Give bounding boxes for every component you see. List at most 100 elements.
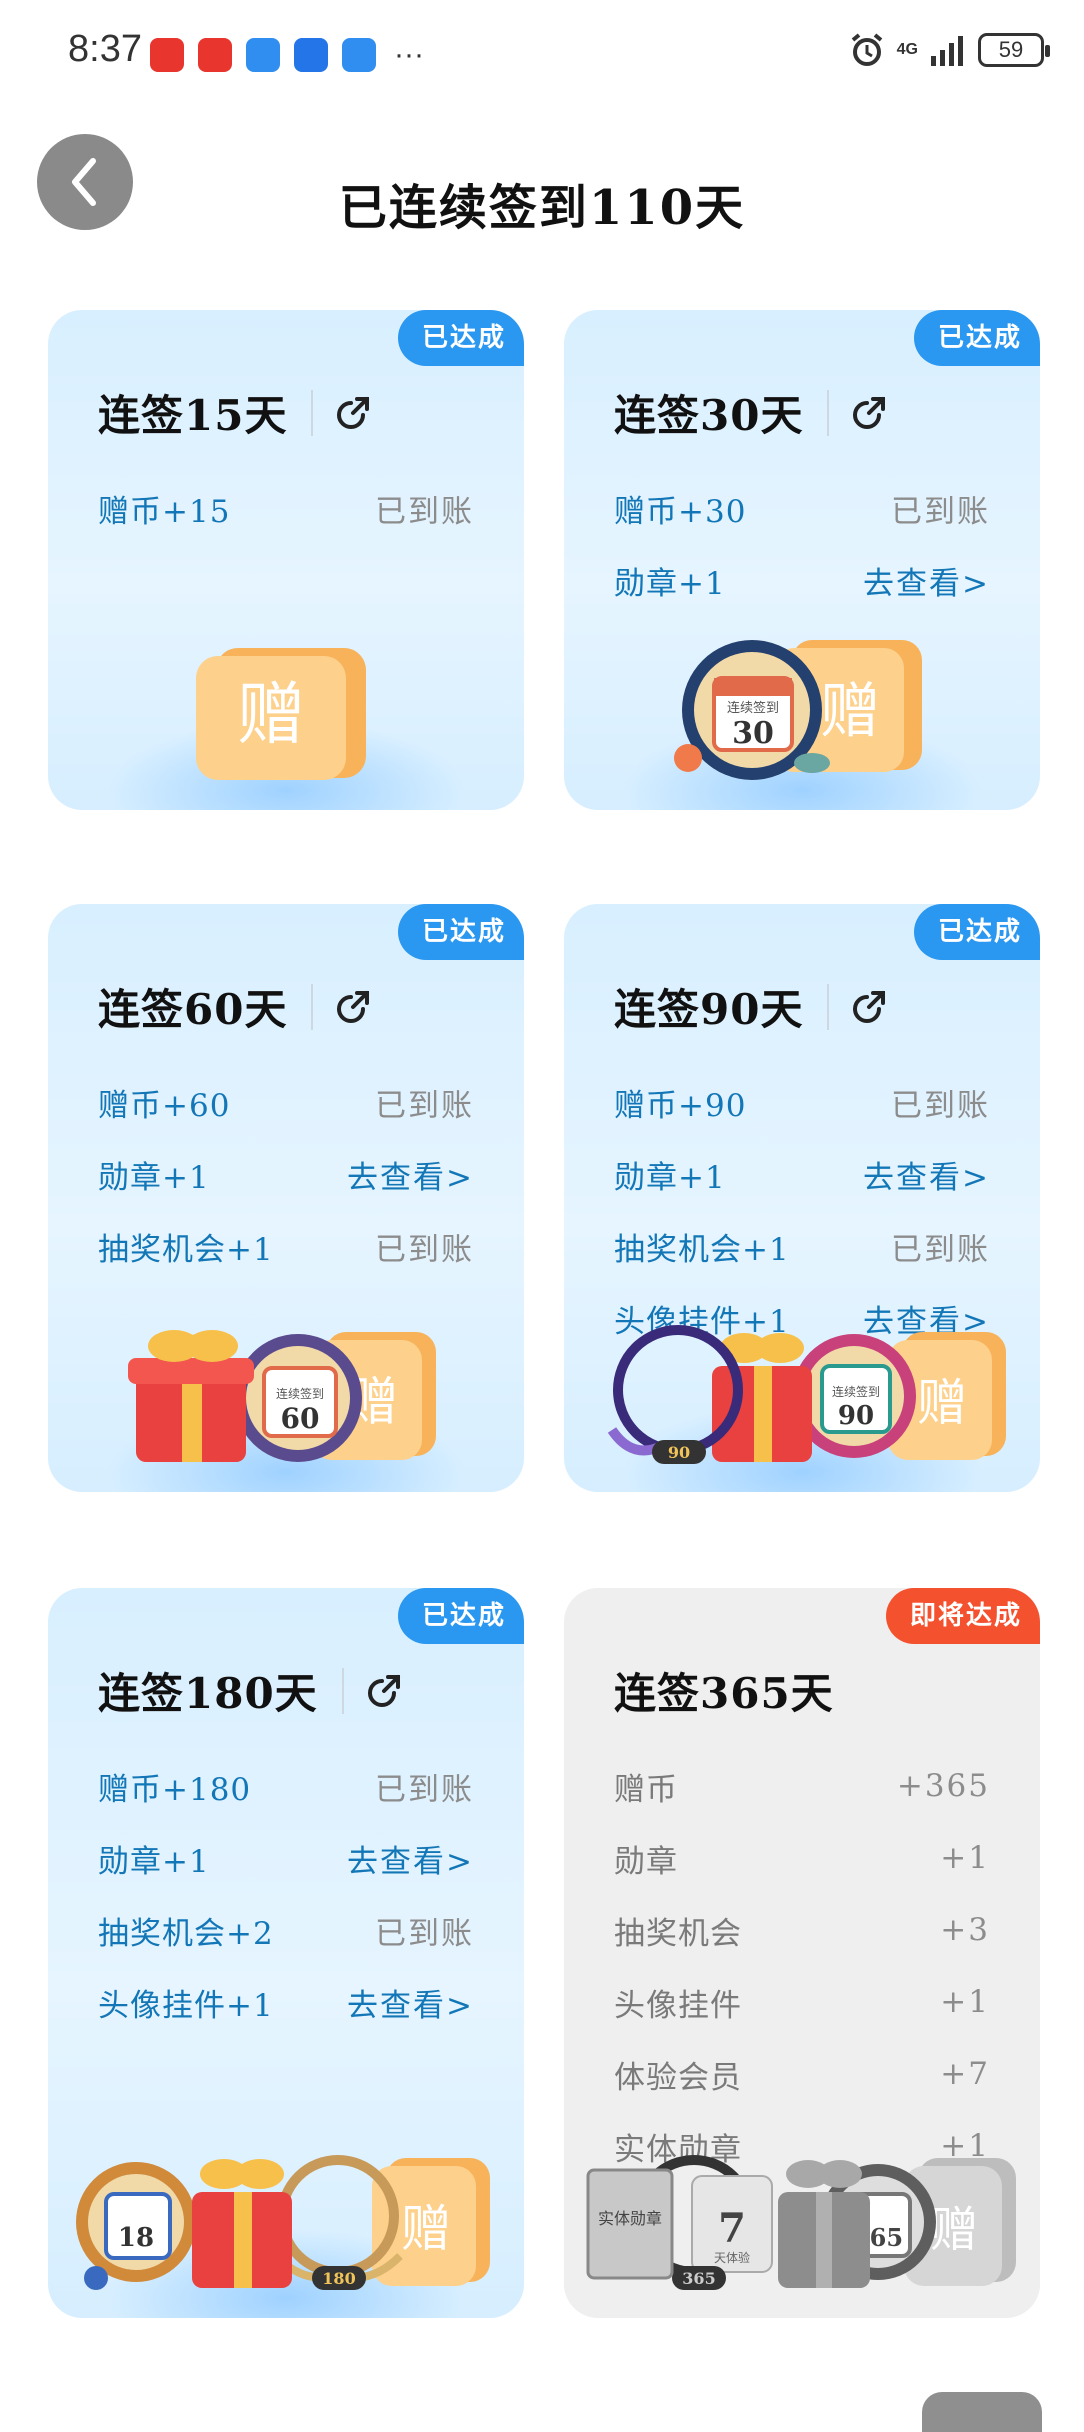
medal-coupon-icon: 赠 连续签到 30: [674, 640, 922, 780]
reward-row[interactable]: 勋章+1 去查看>: [614, 1138, 990, 1210]
view-link[interactable]: 去查看>: [347, 1152, 474, 1197]
card-title: 连签15天: [98, 391, 288, 440]
reward-row: 体验会员 +7: [614, 2038, 990, 2110]
share-icon[interactable]: [364, 1671, 404, 1711]
reward-row[interactable]: 勋章+1 去查看>: [98, 1138, 474, 1210]
reward-illustration: 赠 连续签到 90 90: [592, 1320, 1012, 1470]
coupon-text: 赠: [237, 676, 305, 755]
medal-number: 30: [732, 716, 774, 751]
gift-medal-coupon-icon: 赠 连续签到 60: [128, 1330, 436, 1462]
reward-name: 头像挂件+1: [98, 1987, 274, 2024]
status-bar: 8:37 ··· 4G 59: [0, 0, 1084, 110]
status-time: 8:37: [68, 28, 142, 70]
reward-name: 勋章+1: [98, 1159, 210, 1196]
reward-status: 已到账: [375, 1231, 474, 1268]
status-badge: 即将达成: [885, 1588, 1040, 1644]
cloud-app-icon: [246, 38, 280, 72]
reward-row: 赠币+90 已到账: [614, 1066, 990, 1138]
status-badge: 已达成: [397, 904, 524, 960]
reward-name: 勋章+1: [98, 1843, 210, 1880]
share-icon[interactable]: [849, 393, 889, 433]
reward-row[interactable]: 勋章+1 去查看>: [614, 544, 990, 616]
reward-row: 赠币+30 已到账: [614, 472, 990, 544]
card-title: 连签365天: [614, 1669, 834, 1718]
streak-card-180: 已达成 连签180天 赠币+180 已到账 勋章+1 去查看> 抽奖机会+2 已…: [48, 1588, 524, 2318]
streak-card-90: 已达成 连签90天 赠币+90 已到账 勋章+1 去查看> 抽奖机会+1 已到账…: [564, 904, 1040, 1492]
cloud-app-icon: [342, 38, 376, 72]
trial-number: 7: [718, 2205, 746, 2252]
reward-name: 头像挂件: [614, 1987, 742, 2024]
battery-icon: 59: [978, 33, 1050, 67]
frame-label: 90: [668, 1443, 690, 1462]
reward-illustration: 赠 365 7 天体验 365 实体勋章: [582, 2146, 1022, 2296]
reward-status: 已到账: [375, 1915, 474, 1952]
reward-status: 已到账: [375, 1771, 474, 1808]
reward-name: 勋章: [614, 1843, 678, 1880]
coupon-text: 赠: [930, 2202, 978, 2258]
medal-caption: 连续签到: [276, 1386, 324, 1401]
card-title: 连签180天: [98, 1669, 318, 1718]
trial-caption: 天体验: [714, 2250, 750, 2265]
view-link[interactable]: 去查看>: [347, 1980, 474, 2025]
reward-row[interactable]: 头像挂件+1 去查看>: [98, 1966, 474, 2038]
streak-card-60: 已达成 连签60天 赠币+60 已到账 勋章+1 去查看> 抽奖机会+1 已到账…: [48, 904, 524, 1492]
network-type: 4G: [896, 41, 918, 58]
frame-gift-medal-coupon-icon: 赠 连续签到 90 90: [607, 1325, 1006, 1464]
reward-illustration: 赠 180 18: [76, 2146, 496, 2296]
alarm-icon: [851, 33, 882, 66]
reward-row: 抽奖机会+1 已到账: [98, 1210, 474, 1282]
huawei-app-icon: [198, 38, 232, 72]
notification-icons: ···: [150, 38, 424, 72]
status-badge: 已达成: [397, 310, 524, 366]
medal-number: 18: [118, 2223, 154, 2253]
divider: [311, 983, 314, 1030]
reward-name: 赠币+60: [98, 1087, 231, 1124]
streak-card-365: 即将达成 连签365天 赠币 +365 勋章 +1 抽奖机会 +3 头像挂件 +…: [564, 1588, 1040, 2318]
view-link[interactable]: 去查看>: [863, 1152, 990, 1197]
share-icon[interactable]: [333, 987, 373, 1027]
frame-label: 365: [682, 2269, 715, 2288]
reward-row: 赠币+60 已到账: [98, 1066, 474, 1138]
status-badge: 已达成: [397, 1588, 524, 1644]
status-badge: 已达成: [913, 904, 1040, 960]
streak-card-15: 已达成 连签15天 赠币+15 已到账 赠: [48, 310, 524, 810]
reward-illustration: 赠 连续签到 60: [126, 1320, 446, 1470]
reward-amount: +365: [896, 1768, 990, 1804]
reward-status: 已到账: [375, 493, 474, 530]
reward-row: 抽奖机会 +3: [614, 1894, 990, 1966]
view-link[interactable]: 去查看>: [863, 558, 990, 603]
medal-gift-frame-coupon-icon: 赠 180 18: [76, 2155, 490, 2290]
reward-name: 抽奖机会+1: [98, 1231, 274, 1268]
book-label: 实体勋章: [598, 2209, 662, 2228]
page-title: 已连续签到110天: [338, 180, 746, 236]
reward-name: 体验会员: [614, 2059, 742, 2096]
status-badge: 已达成: [913, 310, 1040, 366]
view-link[interactable]: 去查看>: [347, 1836, 474, 1881]
reward-row: 抽奖机会+2 已到账: [98, 1894, 474, 1966]
divider: [341, 1667, 344, 1714]
share-icon[interactable]: [849, 987, 889, 1027]
coupon-icon: 赠: [196, 648, 366, 780]
card-title: 连签30天: [614, 391, 804, 440]
reward-amount: +3: [940, 1912, 990, 1948]
streak-card-30: 已达成 连签30天 赠币+30 已到账 勋章+1 去查看> 赠 连续签到 30: [564, 310, 1040, 810]
divider: [311, 389, 314, 436]
divider: [827, 389, 830, 436]
weather-app-icon: [294, 38, 328, 72]
reward-row[interactable]: 勋章+1 去查看>: [98, 1822, 474, 1894]
reward-name: 勋章+1: [614, 565, 726, 602]
card-title: 连签60天: [98, 985, 288, 1034]
reward-illustration: 赠 连续签到 30: [662, 628, 942, 788]
reward-row: 头像挂件 +1: [614, 1966, 990, 2038]
reward-name: 赠币+15: [98, 493, 231, 530]
share-icon[interactable]: [333, 393, 373, 433]
reward-name: 抽奖机会+1: [614, 1231, 790, 1268]
reward-row: 勋章 +1: [614, 1822, 990, 1894]
reward-amount: +7: [940, 2056, 990, 2092]
reward-name: 赠币+180: [98, 1771, 252, 1808]
signal-icon: [931, 36, 963, 66]
reward-status: 已到账: [891, 1087, 990, 1124]
coupon-text: 赠: [820, 677, 880, 747]
reward-name: 赠币: [614, 1771, 678, 1808]
reward-name: 赠币+30: [614, 493, 747, 530]
